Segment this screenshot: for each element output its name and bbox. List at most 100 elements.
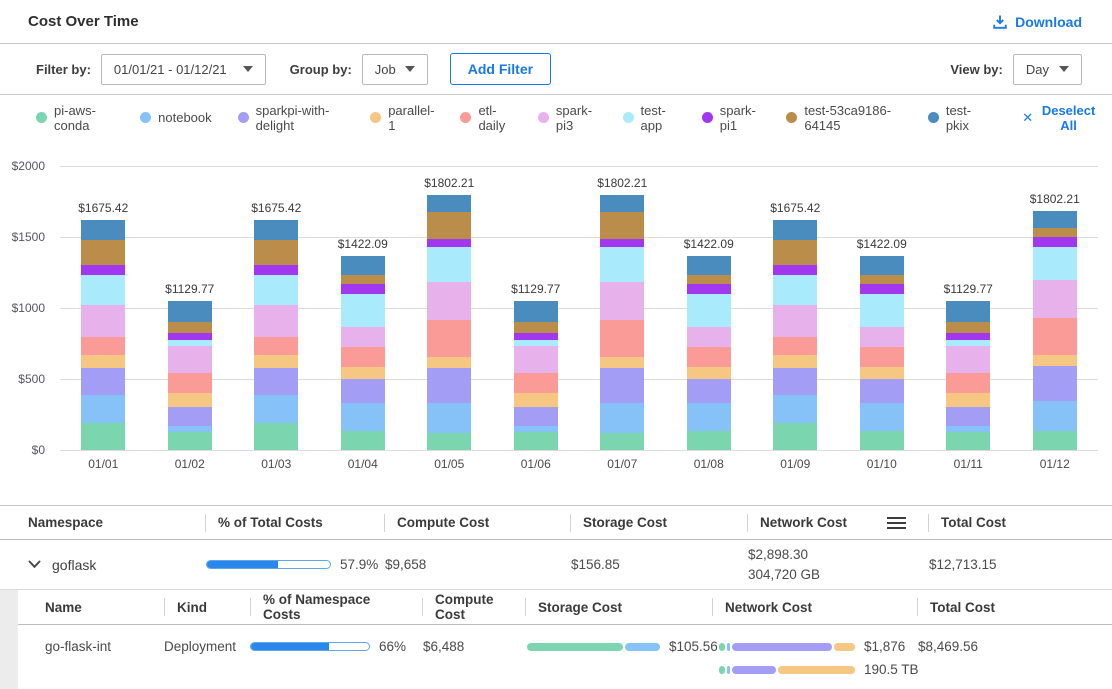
chart-bar-segment-sparkpi-with-delight xyxy=(773,368,817,395)
chart-bar-segment-pi-aws-conda xyxy=(341,431,385,450)
chart-bar-segment-sparkpi-with-delight xyxy=(860,379,904,403)
add-filter-button[interactable]: Add Filter xyxy=(450,53,551,85)
chart-bar-segment-test-pkix xyxy=(773,220,817,240)
namespace-costs-progressbar xyxy=(250,642,370,651)
chart-bar-slot: $1802.21 xyxy=(1012,140,1099,450)
chart-bar-segment-etl-daily xyxy=(773,337,817,355)
chart-bar-segment-pi-aws-conda xyxy=(427,433,471,450)
legend-swatch xyxy=(36,112,47,123)
chart-bar-segment-pi-aws-conda xyxy=(946,432,990,450)
column-menu-icon[interactable] xyxy=(887,517,906,529)
date-range-select[interactable]: 01/01/21 - 01/12/21 xyxy=(101,54,266,85)
workload-name: go-flask-int xyxy=(18,639,152,654)
bar-segment xyxy=(719,666,725,674)
chart-bar-segment-spark-pi3 xyxy=(1033,280,1077,318)
download-button[interactable]: Download xyxy=(992,14,1082,30)
chart-bar xyxy=(600,195,644,450)
network-cost-value: 190.5 TB xyxy=(864,662,919,677)
progressbar-fill xyxy=(207,561,278,568)
workload-row[interactable]: go-flask-int Deployment 66% $6,488 $105.… xyxy=(18,625,1112,689)
chart-bar-segment-parallel-1 xyxy=(1033,355,1077,367)
chart-bar-segment-etl-daily xyxy=(1033,318,1077,355)
legend-swatch xyxy=(623,112,634,123)
chart-bar-segment-test-53ca9186-64145 xyxy=(427,212,471,239)
chart-bar-segment-spark-pi3 xyxy=(860,327,904,347)
group-by-label: Group by: xyxy=(290,62,352,77)
column-header-total: Total Cost xyxy=(916,506,1112,539)
chart-x-axis-label: 01/02 xyxy=(147,457,234,471)
legend-item-sparkpi-with-delight[interactable]: sparkpi-with-delight xyxy=(238,103,345,133)
chart-bar-segment-notebook xyxy=(81,395,125,423)
chart-bar-segment-test-app xyxy=(860,294,904,327)
network-cost-value: $1,876 xyxy=(864,639,905,654)
chart-bar-segment-notebook xyxy=(427,403,471,433)
legend-item-parallel-1[interactable]: parallel-1 xyxy=(370,103,434,133)
view-by-select[interactable]: Day xyxy=(1013,54,1082,85)
chart-bar-segment-etl-daily xyxy=(341,347,385,367)
expand-chevron-icon[interactable] xyxy=(28,560,41,569)
bar-segment xyxy=(778,666,855,674)
cost-chart: $2000$1500$1000$500$0$1675.42$1129.77$16… xyxy=(0,140,1112,490)
chart-bar-total-label: $1675.42 xyxy=(78,201,128,215)
chart-x-axis-label: 01/04 xyxy=(320,457,407,471)
chart-bar-segment-spark-pi1 xyxy=(514,333,558,340)
column-header-name: Name xyxy=(18,590,152,624)
namespace-row[interactable]: goflask 57.9% $9,658 $156.85 $2,898.30 3… xyxy=(0,540,1112,590)
chart-bar-segment-spark-pi1 xyxy=(254,265,298,275)
view-by-value: Day xyxy=(1026,62,1049,77)
chart-bar-segment-parallel-1 xyxy=(341,367,385,380)
column-header-pct-total: % of Total Costs xyxy=(193,506,372,539)
chart-bar xyxy=(1033,211,1077,450)
legend-item-spark-pi1[interactable]: spark-pi1 xyxy=(702,103,761,133)
chart-bar-segment-test-53ca9186-64145 xyxy=(946,322,990,333)
chart-bar xyxy=(81,220,125,450)
chart-bar-segment-sparkpi-with-delight xyxy=(168,407,212,426)
chart-bar-segment-sparkpi-with-delight xyxy=(341,379,385,403)
legend-item-label: spark-pi3 xyxy=(556,103,597,133)
group-by-select[interactable]: Job xyxy=(362,54,428,85)
chart-bar-segment-spark-pi1 xyxy=(946,333,990,340)
legend-item-etl-daily[interactable]: etl-daily xyxy=(460,103,511,133)
workload-table: Name Kind % of Namespace Costs Compute C… xyxy=(18,590,1112,689)
chart-bar-segment-test-pkix xyxy=(514,301,558,322)
storage-cost-bar xyxy=(527,643,660,651)
indent-strip xyxy=(0,590,18,689)
legend-item-label: test-app xyxy=(641,103,676,133)
chart-bar-segment-notebook xyxy=(687,403,731,430)
deselect-all-button[interactable]: ✕ Deselect All xyxy=(1022,103,1097,133)
chart-bar-segment-test-53ca9186-64145 xyxy=(600,212,644,239)
workload-header-row: Name Kind % of Namespace Costs Compute C… xyxy=(18,590,1112,625)
chart-bar-segment-spark-pi1 xyxy=(600,239,644,247)
legend-item-notebook[interactable]: notebook xyxy=(140,110,212,125)
chart-bar-segment-test-53ca9186-64145 xyxy=(773,240,817,265)
chart-legend: pi-aws-conda notebook sparkpi-with-delight… xyxy=(0,95,1112,140)
legend-item-spark-pi3[interactable]: spark-pi3 xyxy=(538,103,597,133)
close-icon: ✕ xyxy=(1022,111,1033,124)
column-header-namespace: Namespace xyxy=(0,506,193,539)
chart-bar-segment-test-app xyxy=(687,294,731,327)
chart-bar-segment-spark-pi3 xyxy=(168,346,212,373)
legend-item-pi-aws-conda[interactable]: pi-aws-conda xyxy=(36,103,114,133)
legend-item-test-53ca9186-64145[interactable]: test-53ca9186-64145 xyxy=(786,103,901,133)
column-header-storage: Storage Cost xyxy=(513,590,700,624)
bar-segment xyxy=(732,666,776,674)
chart-y-axis-label: $0 xyxy=(0,442,45,458)
chart-bar-segment-test-app xyxy=(773,275,817,305)
column-header-total: Total Cost xyxy=(905,590,1112,624)
namespace-name: goflask xyxy=(52,557,96,573)
chart-bar-slot: $1129.77 xyxy=(147,140,234,450)
network-cost-bar xyxy=(719,643,855,651)
legend-item-test-pkix[interactable]: test-pkix xyxy=(928,103,982,133)
chart-bar-segment-parallel-1 xyxy=(600,357,644,369)
chart-bar-segment-pi-aws-conda xyxy=(860,431,904,450)
chart-bar-segment-parallel-1 xyxy=(168,393,212,407)
legend-item-label: pi-aws-conda xyxy=(54,103,114,133)
page-title: Cost Over Time xyxy=(28,13,139,30)
chart-bar-segment-parallel-1 xyxy=(946,393,990,407)
chart-x-axis-label: 01/11 xyxy=(925,457,1012,471)
chart-gridline xyxy=(60,450,1098,451)
chart-bar-segment-test-53ca9186-64145 xyxy=(341,275,385,284)
network-cost-bar xyxy=(719,666,855,674)
network-cost-cell: $2,898.30 304,720 GB xyxy=(735,545,916,585)
legend-item-test-app[interactable]: test-app xyxy=(623,103,676,133)
